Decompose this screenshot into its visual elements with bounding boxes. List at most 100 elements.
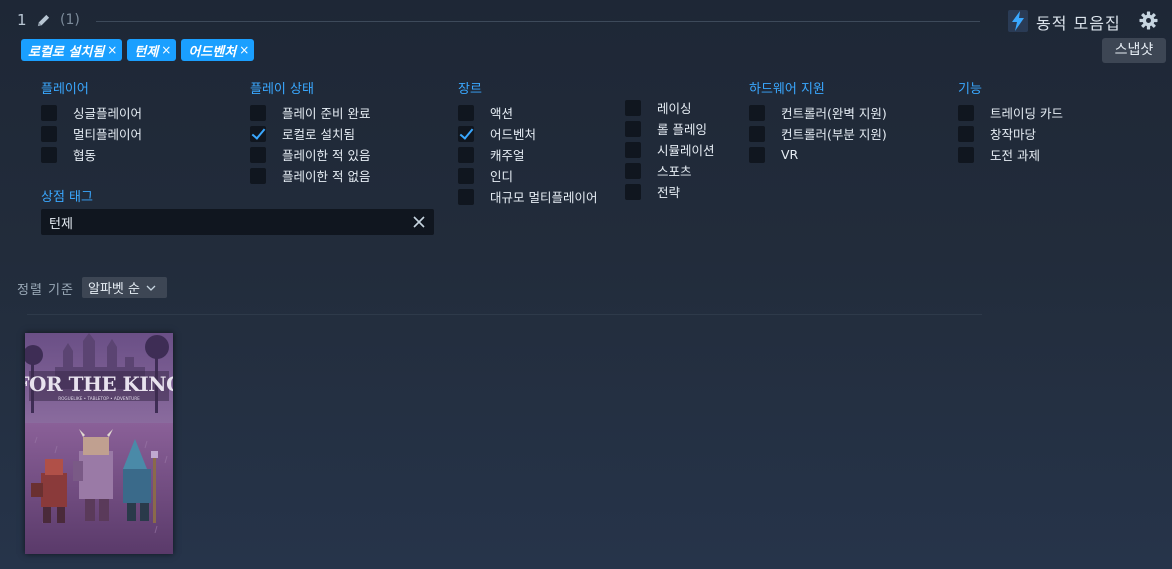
filter-option-controller-partial[interactable]: 컨트롤러(부분 지원) [749,123,887,144]
option-label: 멀티플레이어 [73,127,143,142]
filter-option-strategy[interactable]: 전략 [625,181,715,202]
checkbox[interactable] [458,188,474,205]
option-label: 창작마당 [990,127,1037,142]
filter-option-vr[interactable]: VR [749,144,887,165]
shelf-number: 1 [17,11,27,29]
option-label: 대규모 멀티플레이어 [490,190,598,205]
chip-remove-icon[interactable]: × [161,43,171,57]
checkbox[interactable] [958,146,974,163]
filter-group-title: 플레이 상태 [250,82,314,97]
option-label: 컨트롤러(부분 지원) [781,127,887,142]
checkbox[interactable] [625,162,641,179]
store-tags-value: 턴제 [49,216,73,232]
filter-option-played[interactable]: 플레이한 적 있음 [250,144,370,165]
checkbox[interactable] [458,104,474,121]
checkbox[interactable] [458,146,474,163]
checkbox[interactable] [749,104,765,121]
dynamic-collection-icon [1008,10,1028,32]
close-icon[interactable] [412,215,426,229]
filter-group-title: 플레이어 [41,82,89,97]
filter-option-multiplayer[interactable]: 멀티플레이어 [41,123,142,144]
checkbox[interactable] [41,125,57,142]
sort-label: 정렬 기준 [17,283,74,298]
checkbox[interactable] [625,120,641,137]
game-card-for-the-king[interactable]: FOR THE KING ROGUELIKE • TABLETOP • ADVE… [25,333,173,554]
option-label: 어드벤처 [490,127,537,142]
checkbox[interactable] [458,167,474,184]
checkbox[interactable] [625,99,641,116]
filter-option-coop[interactable]: 협동 [41,144,142,165]
gear-icon[interactable] [1139,11,1158,30]
filter-option-singleplayer[interactable]: 싱글플레이어 [41,102,142,123]
filter-option-mmo[interactable]: 대규모 멀티플레이어 [458,186,597,207]
checkbox[interactable] [958,104,974,121]
option-label: 컨트롤러(완벽 지원) [781,106,887,121]
filter-option-never-played[interactable]: 플레이한 적 없음 [250,165,370,186]
filter-option-ready-to-play[interactable]: 플레이 준비 완료 [250,102,370,123]
filter-option-achievements[interactable]: 도전 과제 [958,144,1063,165]
store-tags-input[interactable]: 턴제 [41,209,434,235]
option-label: 플레이한 적 없음 [282,169,371,184]
sort-dropdown[interactable]: 알파벳 순 [82,277,167,298]
chip-label: 턴제 [134,44,159,60]
store-tags-title: 상점 태그 [41,190,93,205]
chevron-down-icon [146,285,156,291]
filter-group-genre-2: 레이싱 롤 플레잉 시뮬레이션 스포츠 전략 [625,97,715,202]
filter-group-hardware: 하드웨어 지원 컨트롤러(완벽 지원) 컨트롤러(부분 지원) VR [749,78,887,165]
checkbox-checked[interactable] [250,125,266,142]
filter-chip-adventure[interactable]: 어드벤처 × [181,39,255,61]
chip-remove-icon[interactable]: × [239,43,249,57]
option-label: 시뮬레이션 [657,143,715,158]
checkbox[interactable] [250,146,266,163]
shelf-count: (1) [60,12,80,28]
option-label: 트레이딩 카드 [990,106,1063,121]
option-label: 스포츠 [657,164,692,179]
filter-option-controller-full[interactable]: 컨트롤러(완벽 지원) [749,102,887,123]
checkbox[interactable] [749,125,765,142]
checkbox[interactable] [749,146,765,163]
option-label: 전략 [657,185,681,200]
checkbox[interactable] [625,183,641,200]
sort-selected: 알파벳 순 [88,282,140,297]
checkbox[interactable] [41,146,57,163]
checkbox[interactable] [41,104,57,121]
filter-chip-installed[interactable]: 로컬로 설치됨 × [21,39,123,61]
snapshot-button[interactable]: 스냅샷 [1102,38,1166,63]
pencil-icon[interactable] [36,13,51,28]
filter-option-racing[interactable]: 레이싱 [625,97,715,118]
game-title: FOR THE KING [25,372,173,396]
option-label: 협동 [73,148,97,163]
active-filter-chips: 로컬로 설치됨 × 턴제 × 어드벤처 × [21,39,255,61]
chip-label: 어드벤처 [188,44,237,60]
filter-chip-turn-based[interactable]: 턴제 × [127,39,177,61]
filter-option-rpg[interactable]: 롤 플레잉 [625,118,715,139]
filter-option-trading-cards[interactable]: 트레이딩 카드 [958,102,1063,123]
filter-option-workshop[interactable]: 창작마당 [958,123,1063,144]
filter-option-action[interactable]: 액션 [458,102,597,123]
checkbox[interactable] [250,167,266,184]
filter-option-indie[interactable]: 인디 [458,165,597,186]
option-label: 싱글플레이어 [73,106,143,121]
checkbox[interactable] [250,104,266,121]
header-divider [96,21,980,22]
filter-option-sports[interactable]: 스포츠 [625,160,715,181]
checkbox-checked[interactable] [458,125,474,142]
option-label: 레이싱 [657,101,692,116]
filter-option-adventure[interactable]: 어드벤처 [458,123,597,144]
filter-option-installed-locally[interactable]: 로컬로 설치됨 [250,123,370,144]
option-label: 캐주얼 [490,148,525,163]
filter-option-simulation[interactable]: 시뮬레이션 [625,139,715,160]
chip-remove-icon[interactable]: × [107,43,117,57]
filter-group-features: 기능 트레이딩 카드 창작마당 도전 과제 [958,78,1063,165]
option-label: 액션 [490,106,514,121]
game-subtitle: ROGUELIKE • TABLETOP • ADVENTURE [58,396,140,401]
filter-group-title: 하드웨어 지원 [749,82,825,97]
filter-option-casual[interactable]: 캐주얼 [458,144,597,165]
option-label: 플레이한 적 있음 [282,148,371,163]
collection-title: 동적 모음집 [1036,14,1121,33]
checkbox[interactable] [625,141,641,158]
option-label: 도전 과제 [990,148,1040,163]
filter-group-title: 장르 [458,82,482,97]
checkbox[interactable] [958,125,974,142]
option-label: VR [781,147,799,162]
